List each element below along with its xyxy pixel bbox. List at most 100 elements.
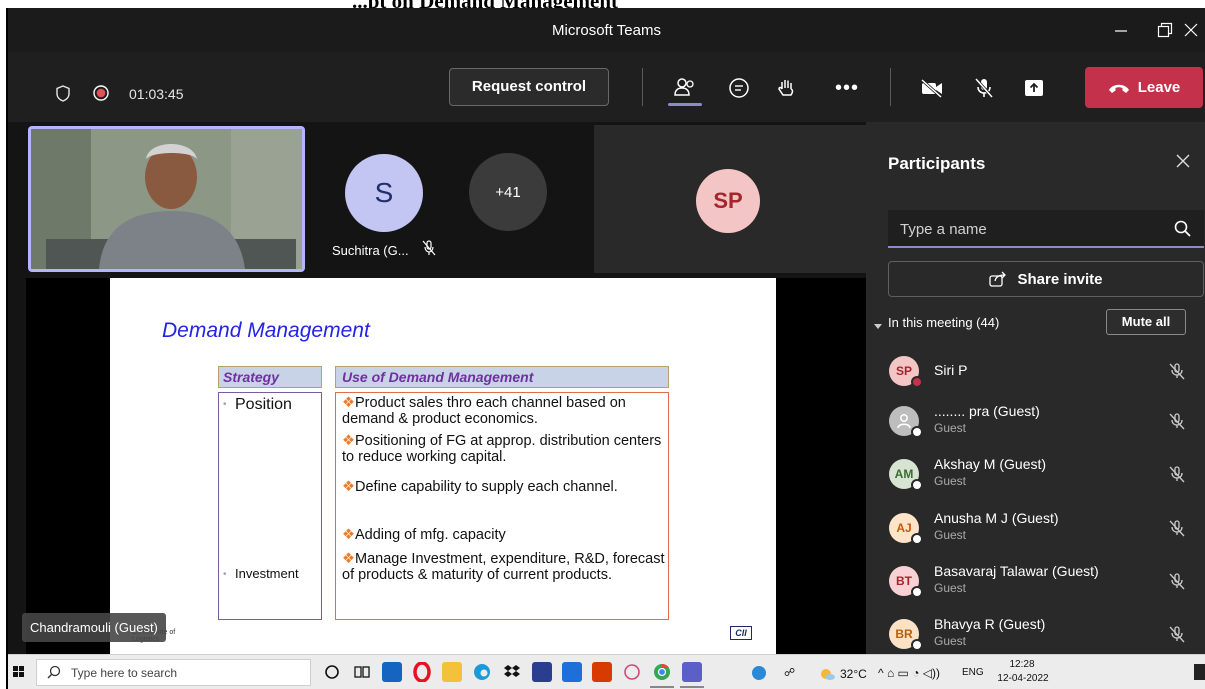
active-tab-indicator [668,103,702,106]
dropbox-icon[interactable] [502,662,522,682]
share-content-button[interactable] [1019,74,1049,102]
chat-icon [729,78,749,98]
chrome-browser-icon[interactable] [652,662,672,682]
chat-button[interactable] [724,74,754,102]
task-view-icon[interactable] [352,662,372,682]
participant-role: Guest [934,474,967,488]
participant-tile-sp[interactable]: SP [594,125,866,273]
camera-off-button[interactable] [917,74,947,102]
mail-app-icon[interactable] [382,662,402,682]
taskbar-search-box[interactable]: Type here to search [36,659,311,686]
shared-content-area: Demand Management Strategy Use of Demand… [26,278,866,654]
participant-name-suchitra: Suchitra (G... [332,243,409,258]
document-header-strip: ...pt on Demand Management [0,0,1205,8]
phone-hangup-icon [1108,84,1129,93]
muted-mic-icon[interactable] [1168,412,1186,430]
participant-name: Anusha M J (Guest) [934,510,1059,526]
avatar-sp: SP [696,169,760,233]
diamond-bullet-icon: ❖ [342,527,355,543]
more-options-icon[interactable]: ••• [832,76,862,100]
window-title: Microsoft Teams [552,22,661,39]
windows-logo-icon [13,666,24,677]
restore-button[interactable] [1142,8,1188,52]
participant-row[interactable]: AJ Anusha M J (Guest) Guest [866,505,1205,555]
people-tray-icon[interactable]: ☍ [784,666,795,679]
presence-status-icon [911,479,923,491]
mute-all-button[interactable]: Mute all [1106,309,1186,335]
toolbar-divider [890,68,891,106]
participant-search-input[interactable] [900,218,1160,240]
participant-row[interactable]: BR Bhavya R (Guest) Guest [866,611,1205,654]
search-icon[interactable] [1174,220,1191,242]
muted-mic-icon[interactable] [1168,625,1186,643]
toolbar-divider [642,68,643,106]
participant-role: Guest [934,634,967,648]
windows-start-button[interactable] [8,661,30,683]
system-tray-icons[interactable]: ^ ⌂ ▭ ◔ ◁)) [878,666,940,680]
strategy-investment: Investment [235,566,299,581]
slide-title: Demand Management [162,319,370,342]
office-app-icon[interactable] [592,662,612,682]
title-bar: Microsoft Teams [8,8,1205,52]
cortana-icon[interactable] [322,662,342,682]
minimize-button[interactable] [1098,8,1144,52]
edge-browser-icon[interactable] [472,662,492,682]
weather-icon [818,664,836,687]
diamond-bullet-icon: ❖ [342,395,355,411]
mic-off-button[interactable] [969,74,999,102]
participants-toggle[interactable] [667,72,703,102]
chrome-running-indicator [650,686,674,688]
participant-name: Siri P [934,362,968,378]
clock-date[interactable]: 12-04-2022 [994,673,1052,684]
teams-app-icon[interactable] [682,662,702,682]
opera-browser-icon[interactable] [412,661,432,683]
file-explorer-icon[interactable] [442,662,462,682]
input-language[interactable]: ENG [962,667,984,678]
minimize-icon [1115,30,1127,32]
close-icon [1176,154,1190,168]
meeting-stage: S Suchitra (G... +41 SP Demand Managemen… [8,122,866,654]
more-participants-bubble[interactable]: +41 [469,153,547,231]
raise-hand-button[interactable] [772,74,802,102]
participant-name: ........ pra (Guest) [934,403,1040,419]
presenter-video-tile[interactable] [28,126,305,272]
avatar-suchitra: S [345,154,423,232]
muted-mic-icon[interactable] [1168,362,1186,380]
participant-row[interactable]: SP Siri P [866,348,1205,398]
request-control-button[interactable]: Request control [449,68,609,106]
snipping-tool-icon[interactable] [622,662,642,682]
help-icon[interactable] [750,664,768,687]
participant-row[interactable]: BT Basavaraj Talawar (Guest) Guest [866,558,1205,608]
mic-off-icon [974,78,994,98]
notification-center-icon[interactable] [1194,664,1205,680]
bullet-row-2: ❖Positioning of FG at approp. distributi… [342,433,662,465]
participant-search-box[interactable] [888,210,1204,248]
diamond-bullet-icon: ❖ [342,479,355,495]
leave-button[interactable]: Leave [1085,67,1203,108]
participant-row[interactable]: ........ pra (Guest) Guest [866,398,1205,448]
camera-off-icon [920,78,943,98]
clock-time[interactable]: 12:28 [1002,659,1042,670]
collapse-caret-icon[interactable] [874,318,882,336]
share-invite-button[interactable]: Share invite [888,261,1204,297]
strategy-header-cell: Strategy [218,366,322,388]
powershell-icon[interactable] [532,662,552,682]
participant-row[interactable]: AM Akshay M (Guest) Guest [866,451,1205,501]
cii-logo: CII [730,626,752,640]
use-header-cell: Use of Demand Management [335,366,669,388]
share-screen-icon [1025,80,1043,96]
participant-name: Basavaraj Talawar (Guest) [934,563,1099,579]
recording-icon [93,85,109,101]
strategy-column: • Position • Investment [218,392,322,620]
temperature-label[interactable]: 32°C [840,667,867,681]
close-panel-button[interactable] [1176,154,1190,173]
muted-mic-icon[interactable] [1168,465,1186,483]
muted-mic-icon[interactable] [1168,519,1186,537]
teams-running-indicator [680,686,704,688]
participants-panel: Participants Share invite In this meetin… [866,122,1205,654]
restore-icon [1157,22,1173,38]
muted-mic-icon[interactable] [1168,572,1186,590]
close-window-button[interactable] [1184,8,1205,52]
bullet-row-1: ❖Product sales thro each channel based o… [342,395,626,427]
store-app-icon[interactable] [562,662,582,682]
